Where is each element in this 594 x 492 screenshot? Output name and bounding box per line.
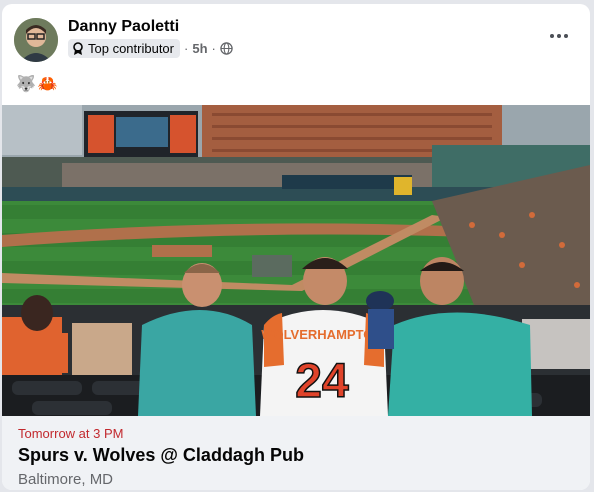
post-time[interactable]: 5h [192,41,207,56]
jersey-name: WOLVERHAMPTON [261,327,383,342]
author-name[interactable]: Danny Paoletti [68,18,179,36]
post-text: 🐺 🦀 [16,74,58,94]
crab-emoji: 🦀 [37,76,58,93]
event-time: Tomorrow at 3 PM [18,426,124,441]
event-title[interactable]: Spurs v. Wolves @ Claddagh Pub [18,445,304,466]
event-attachment[interactable]: Tomorrow at 3 PM Spurs v. Wolves @ Cladd… [2,416,590,490]
more-dot [550,34,554,38]
separator-dot: · [184,41,189,56]
more-dot [564,34,568,38]
award-icon [73,41,83,55]
post-meta: Top contributor · 5h · [68,39,233,58]
top-contributor-badge[interactable]: Top contributor [68,39,180,58]
jersey-number: 24 [295,355,349,408]
post-card: Danny Paoletti Top contributor · 5h · 🐺 … [2,4,590,490]
avatar-photo [14,18,58,62]
wolf-emoji: 🐺 [16,76,36,93]
post-photo[interactable]: WOLVERHAMPTON 24 [2,105,590,416]
more-dot [557,34,561,38]
globe-icon[interactable] [220,42,233,55]
avatar[interactable] [14,18,58,62]
badge-label: Top contributor [88,41,174,56]
event-location: Baltimore, MD [18,471,114,488]
stadium-photo: WOLVERHAMPTON 24 [2,105,590,416]
more-options-button[interactable] [544,24,574,48]
separator-dot: · [211,41,216,56]
